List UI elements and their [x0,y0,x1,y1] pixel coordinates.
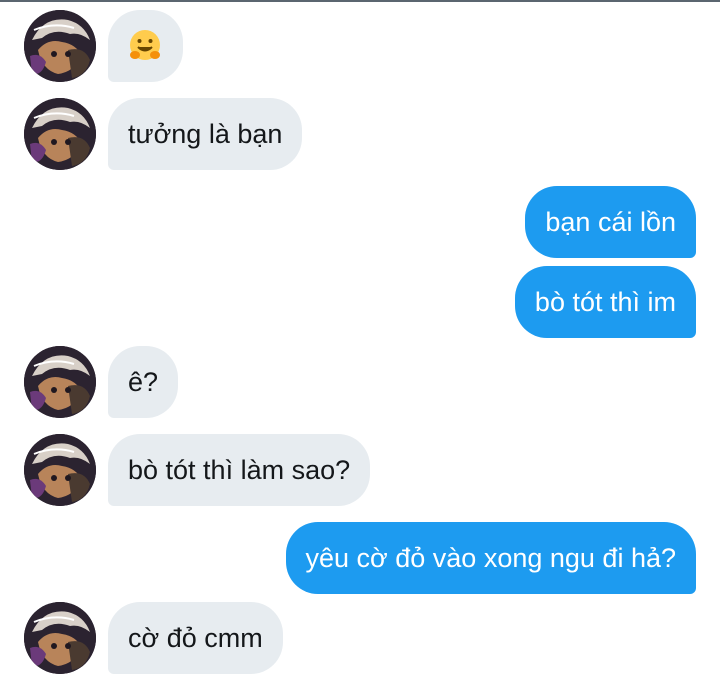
avatar[interactable] [24,10,96,82]
message-bubble[interactable]: cờ đỏ cmm [108,602,283,674]
message-bubble[interactable]: bò tót thì làm sao? [108,434,371,506]
message-bubble[interactable]: ê? [108,346,179,418]
message-bubble[interactable]: bạn cái lồn [525,186,696,258]
message-bubble[interactable]: bò tót thì im [514,266,696,338]
top-divider [0,0,720,2]
message-bubble[interactable] [108,10,183,82]
message-bubble[interactable]: tưởng là bạn [108,98,303,170]
avatar[interactable] [24,602,96,674]
avatar[interactable] [24,434,96,506]
hugging-face-emoji-icon [130,29,160,60]
avatar[interactable] [24,98,96,170]
avatar[interactable] [24,346,96,418]
message-bubble[interactable]: yêu cờ đỏ vào xong ngu đi hả? [285,522,696,594]
